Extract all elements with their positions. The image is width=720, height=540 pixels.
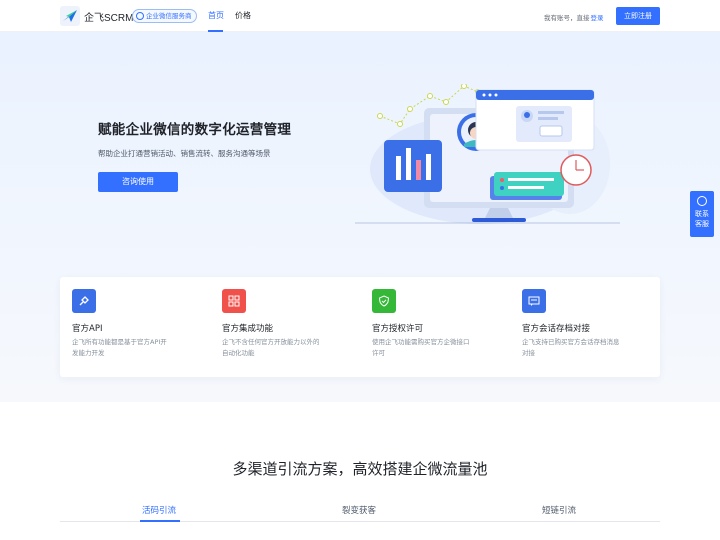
feature-title: 官方授权许可 bbox=[372, 324, 424, 334]
feature-title: 官方API bbox=[72, 324, 103, 334]
login-link[interactable]: 登录 bbox=[591, 14, 604, 22]
hero-illustration bbox=[350, 83, 630, 238]
brand-logo-icon[interactable] bbox=[60, 6, 80, 26]
nav-active-indicator bbox=[208, 30, 223, 32]
feature-desc: 企飞所有功能都是基于官方API开发能力开发 bbox=[72, 338, 167, 357]
contact-label-line2: 客服 bbox=[695, 220, 709, 228]
section-title: 多渠道引流方案，高效搭建企微流量池 bbox=[232, 460, 488, 478]
tab-shortlink[interactable]: 短链引流 bbox=[542, 504, 576, 516]
service-provider-badge: 企业微信服务商 bbox=[132, 9, 197, 23]
consult-button[interactable]: 咨询使用 bbox=[98, 172, 178, 192]
tab-fission[interactable]: 裂变获客 bbox=[342, 504, 376, 516]
top-navbar: 企飞SCRM 企业微信服务商 首页 价格 我有账号，直接登录 立即注册 bbox=[0, 0, 720, 32]
brand-name[interactable]: 企飞SCRM bbox=[84, 9, 133, 24]
tab-active-indicator bbox=[140, 520, 180, 522]
feature-title: 官方会话存档对接 bbox=[522, 324, 591, 334]
feature-desc: 企飞支持已购买官方会话存档消息对接 bbox=[522, 338, 620, 357]
hero-subtitle: 帮助企业打通营销活动、销售流转、服务沟通等场景 bbox=[98, 149, 271, 158]
feature-desc: 企飞不含任何官方开放能力以外的自动化功能 bbox=[222, 338, 320, 357]
feature-desc: 使用企飞功能需购买官方企微接口许可 bbox=[372, 338, 470, 357]
chat-screen-icon bbox=[522, 289, 546, 313]
tab-qrcode-traffic[interactable]: 活码引流 bbox=[142, 504, 176, 516]
contact-service-button[interactable]: 联系 客服 bbox=[690, 191, 714, 237]
feature-cards: 官方API 企飞所有功能都是基于官方API开发能力开发 官方集成功能 企飞不含任… bbox=[60, 277, 660, 377]
nav-price[interactable]: 价格 bbox=[235, 10, 251, 21]
wecom-icon bbox=[136, 12, 144, 20]
account-prompt: 我有账号，直接登录 bbox=[544, 12, 604, 22]
shield-check-icon bbox=[372, 289, 396, 313]
contact-label: 联系 客服 bbox=[690, 209, 714, 229]
hero-title: 赋能企业微信的数字化运营管理 bbox=[98, 122, 292, 138]
account-prompt-text: 我有账号，直接 bbox=[544, 14, 590, 22]
feature-title: 官方集成功能 bbox=[222, 324, 274, 334]
contact-label-line1: 联系 bbox=[695, 210, 709, 218]
badge-label: 企业微信服务商 bbox=[146, 12, 192, 20]
chat-bubble-icon bbox=[697, 196, 707, 206]
register-button[interactable]: 立即注册 bbox=[616, 7, 660, 25]
grid-icon bbox=[222, 289, 246, 313]
nav-home[interactable]: 首页 bbox=[208, 10, 224, 21]
plug-icon bbox=[72, 289, 96, 313]
